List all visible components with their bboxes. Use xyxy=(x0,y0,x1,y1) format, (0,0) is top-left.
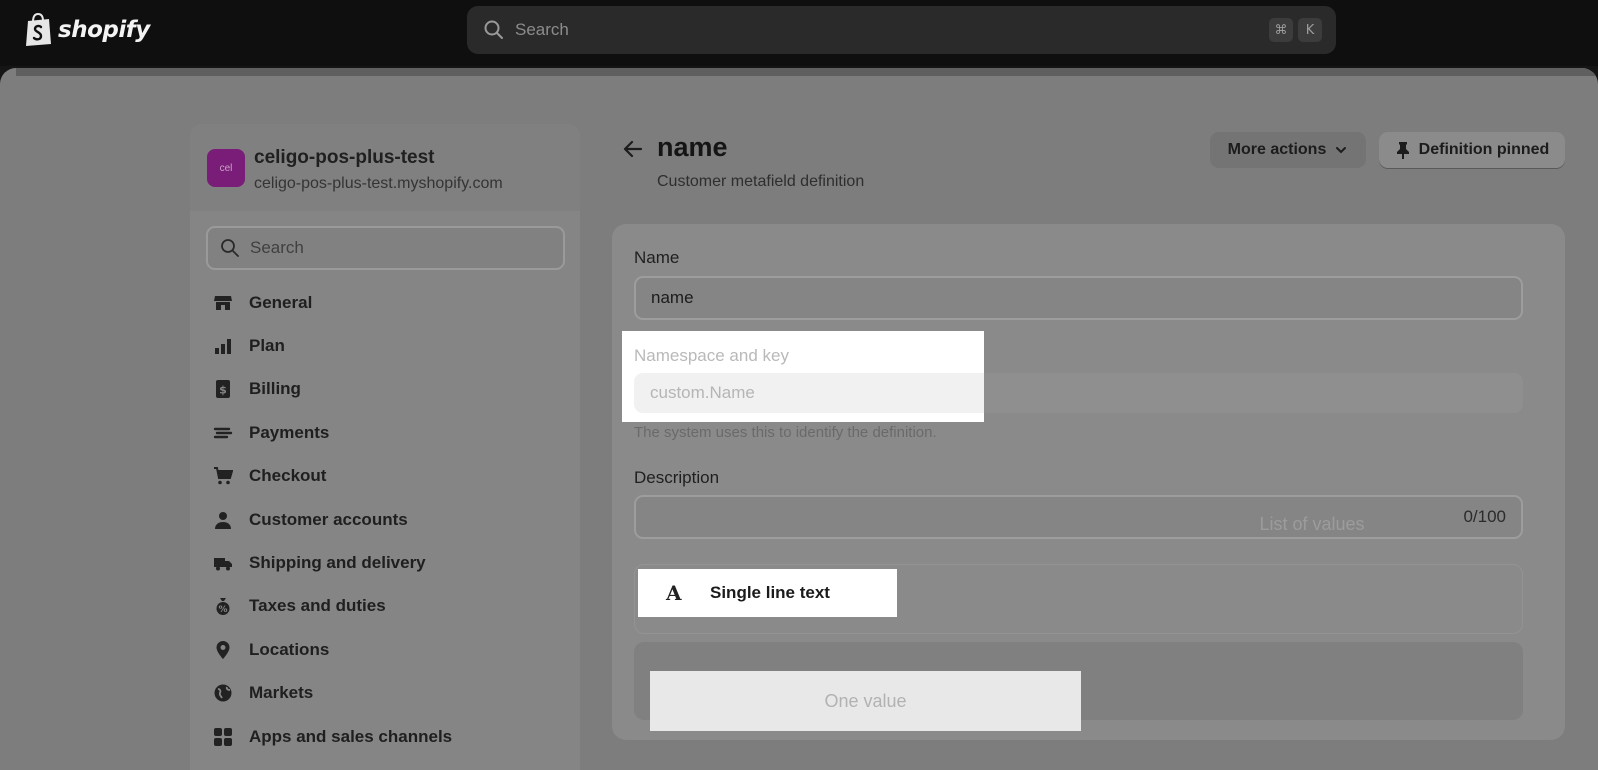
list-of-values-option[interactable]: List of values xyxy=(1090,504,1534,544)
sidebar-item-label: Apps and sales channels xyxy=(249,726,453,746)
namespace-key-label: Namespace and key xyxy=(634,346,789,365)
more-actions-label: More actions xyxy=(1227,141,1327,158)
name-label: Name xyxy=(634,248,680,267)
name-input[interactable]: name xyxy=(634,276,1523,320)
search-icon xyxy=(484,20,503,39)
main-content: cel celigo-pos-plus-test celigo-pos-plus… xyxy=(0,68,1598,770)
namespace-key-value: custom.Name xyxy=(650,383,755,402)
sidebar-item-checkout[interactable]: Checkout xyxy=(190,455,580,498)
text-type-icon: A xyxy=(666,581,682,605)
k-key: K xyxy=(1298,18,1322,42)
back-arrow-icon[interactable] xyxy=(622,138,644,160)
store-domain: celigo-pos-plus-test.myshopify.com xyxy=(254,175,503,192)
person-icon xyxy=(213,510,233,530)
sidebar-item-label: General xyxy=(249,292,313,312)
page-subtitle: Customer metafield definition xyxy=(657,173,865,190)
tax-icon: % xyxy=(213,596,233,616)
type-single-line-text-option[interactable]: A Single line text xyxy=(638,569,897,617)
top-bar: shopify Search ⌘ K xyxy=(0,0,1598,66)
sidebar-item-billing[interactable]: $ Billing xyxy=(190,368,580,411)
sidebar-item-general[interactable]: General xyxy=(190,281,580,324)
search-placeholder: Search xyxy=(515,20,569,39)
sidebar-item-label: Billing xyxy=(249,379,301,399)
svg-text:$: $ xyxy=(219,384,227,397)
sidebar-item-plan[interactable]: Plan xyxy=(190,324,580,367)
settings-search-placeholder: Search xyxy=(250,238,304,257)
shopify-bag-icon xyxy=(26,13,51,46)
store-icon xyxy=(213,293,233,313)
sidebar-item-shipping[interactable]: Shipping and delivery xyxy=(190,541,580,584)
sidebar-item-taxes[interactable]: % Taxes and duties xyxy=(190,585,580,628)
definition-form-card: Name name The system uses this to identi… xyxy=(612,224,1565,740)
namespace-help-text: The system uses this to identify the def… xyxy=(634,424,937,441)
store-name: celigo-pos-plus-test xyxy=(254,147,435,168)
namespace-key-highlight: Namespace and key custom.Name xyxy=(622,331,984,422)
search-icon xyxy=(221,239,239,257)
apps-icon xyxy=(213,727,233,747)
sidebar-item-label: Payments xyxy=(249,422,330,442)
sidebar-item-label: Checkout xyxy=(249,466,327,486)
sidebar-item-label: Markets xyxy=(249,683,314,703)
sidebar-item-customer-accounts[interactable]: Customer accounts xyxy=(190,498,580,541)
page-title: name xyxy=(657,132,728,162)
pin-icon xyxy=(1396,142,1409,159)
sidebar-item-label: Locations xyxy=(249,639,330,659)
command-key: ⌘ xyxy=(1269,18,1293,42)
plan-icon xyxy=(213,336,233,356)
store-avatar: cel xyxy=(207,149,245,187)
billing-icon: $ xyxy=(213,379,233,399)
svg-text:%: % xyxy=(218,605,227,615)
sidebar-item-label: Taxes and duties xyxy=(249,596,386,616)
definition-pinned-button[interactable]: Definition pinned xyxy=(1379,132,1565,168)
store-header[interactable]: cel celigo-pos-plus-test celigo-pos-plus… xyxy=(190,124,580,211)
type-label: Single line text xyxy=(710,583,830,602)
truck-icon xyxy=(213,553,233,573)
list-of-values-label: List of values xyxy=(1259,513,1365,534)
sidebar-item-label: Shipping and delivery xyxy=(249,553,426,573)
namespace-key-input[interactable]: custom.Name xyxy=(634,373,984,413)
sidebar-item-label: Plan xyxy=(249,336,285,356)
settings-sidebar: cel celigo-pos-plus-test celigo-pos-plus… xyxy=(190,124,580,770)
definition-pinned-label: Definition pinned xyxy=(1418,141,1550,158)
global-search-bar[interactable]: Search ⌘ K xyxy=(467,6,1336,54)
description-label: Description xyxy=(634,468,720,487)
sidebar-item-locations[interactable]: Locations xyxy=(190,628,580,671)
shopify-logo[interactable]: shopify xyxy=(24,13,150,46)
cart-icon xyxy=(213,466,233,486)
keyboard-shortcut: ⌘ K xyxy=(1269,18,1322,42)
name-input-value: name xyxy=(651,288,694,307)
brand-wordmark: shopify xyxy=(58,16,150,43)
settings-nav: General Plan $ Billing Payments Checkout… xyxy=(190,281,580,758)
sidebar-item-apps[interactable]: Apps and sales channels xyxy=(190,715,580,758)
modal-backdrop-edge xyxy=(16,68,1598,76)
one-value-label: One value xyxy=(824,690,907,711)
chevron-down-icon xyxy=(1336,147,1347,154)
more-actions-button[interactable]: More actions xyxy=(1210,132,1366,168)
payments-icon xyxy=(213,423,233,443)
settings-search-input[interactable]: Search xyxy=(206,226,565,270)
sidebar-item-markets[interactable]: Markets xyxy=(190,672,580,715)
location-icon xyxy=(213,640,233,660)
sidebar-item-label: Customer accounts xyxy=(249,509,408,529)
sidebar-item-payments[interactable]: Payments xyxy=(190,411,580,454)
one-value-option[interactable]: One value xyxy=(650,671,1081,731)
globe-icon xyxy=(213,683,233,703)
